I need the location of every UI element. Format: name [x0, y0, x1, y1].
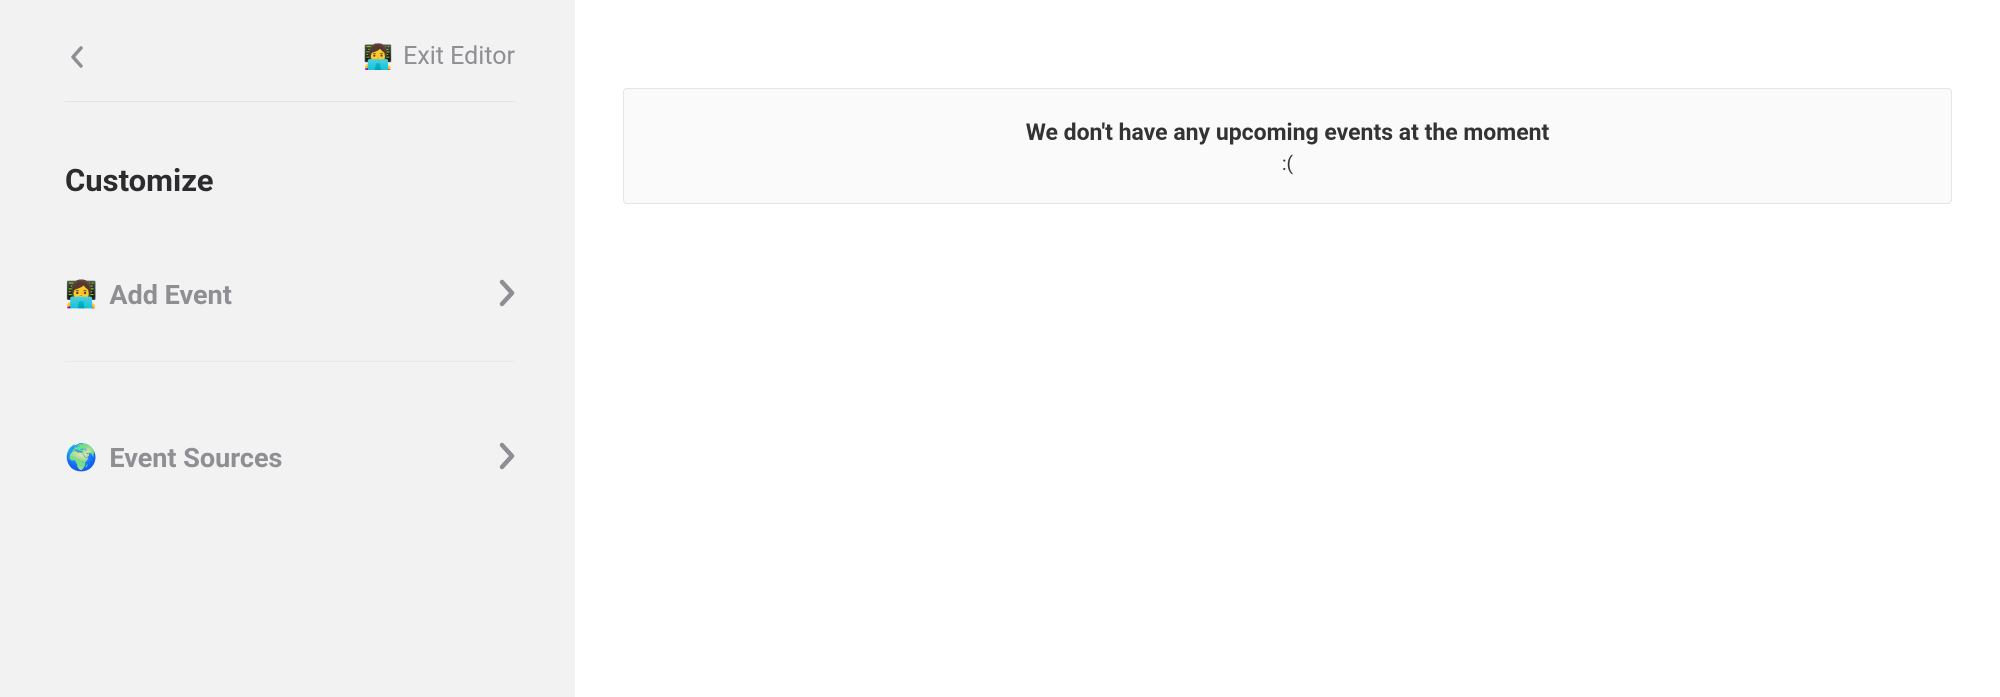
globe-icon: 🌍: [65, 445, 97, 471]
menu-item-label: Event Sources: [109, 442, 282, 474]
technologist-icon: 👩‍💻: [363, 45, 393, 69]
empty-state-heading: We don't have any upcoming events at the…: [644, 119, 1931, 146]
empty-state-box: We don't have any upcoming events at the…: [623, 88, 1952, 204]
exit-editor-link[interactable]: 👩‍💻 Exit Editor: [363, 42, 515, 71]
sidebar: 👩‍💻 Exit Editor Customize 👩‍💻 Add Event …: [0, 0, 575, 697]
back-button[interactable]: [65, 45, 89, 69]
chevron-left-icon: [70, 46, 84, 68]
sidebar-item-event-sources[interactable]: 🌍 Event Sources: [65, 442, 515, 524]
sidebar-header: 👩‍💻 Exit Editor: [65, 42, 515, 102]
chevron-right-icon: [499, 279, 515, 311]
exit-editor-label: Exit Editor: [403, 42, 515, 71]
main-content: We don't have any upcoming events at the…: [575, 0, 2000, 697]
chevron-right-icon: [499, 442, 515, 474]
menu-item-left: 👩‍💻 Add Event: [65, 279, 232, 311]
section-title: Customize: [65, 162, 515, 199]
sidebar-item-add-event[interactable]: 👩‍💻 Add Event: [65, 279, 515, 362]
menu-item-left: 🌍 Event Sources: [65, 442, 282, 474]
empty-state-sub: :(: [644, 152, 1931, 175]
menu-item-label: Add Event: [109, 279, 231, 311]
technologist-icon: 👩‍💻: [65, 282, 97, 308]
